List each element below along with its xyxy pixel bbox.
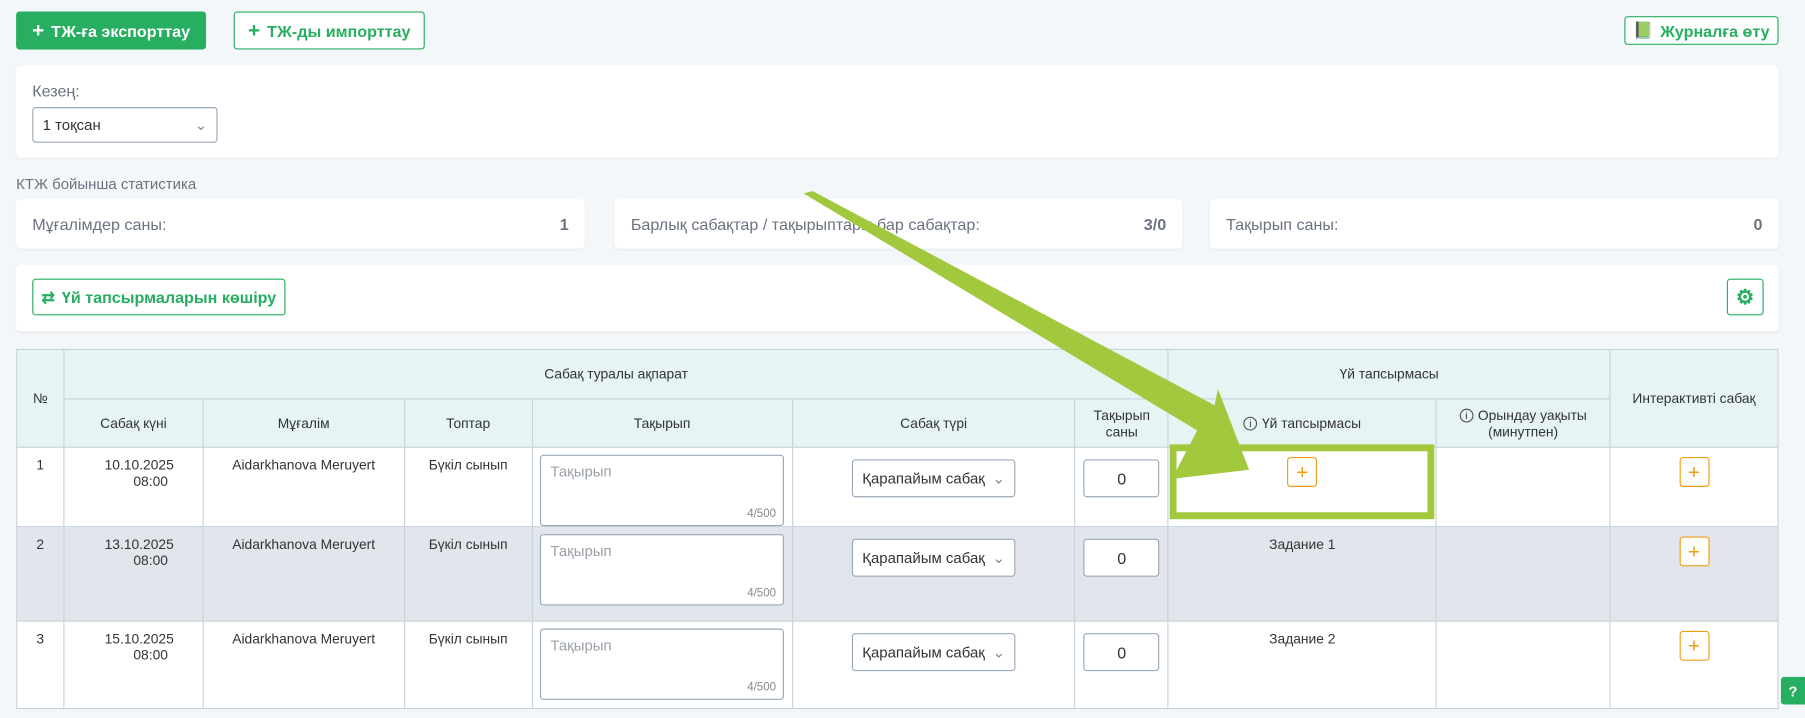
lesson-date: 13.10.2025 08:00: [63, 526, 204, 622]
topic-count-input[interactable]: 0: [1083, 538, 1160, 577]
stat-lessons: Барлық сабақтар / тақырыптары бар сабақт…: [614, 199, 1183, 249]
table-row: 3 15.10.2025 08:00 Aidarkhanova Meruyert …: [16, 620, 1779, 710]
header-teacher: Мұғалім: [202, 398, 405, 448]
journal-button[interactable]: 📗 Журналға өту: [1624, 16, 1779, 45]
header-groups: Топтар: [403, 398, 533, 448]
lesson-date: 15.10.2025 08:00: [63, 620, 204, 710]
plus-icon: +: [1296, 459, 1309, 483]
header-date: Сабақ күні: [63, 398, 204, 448]
topic-count-input[interactable]: 0: [1083, 459, 1160, 498]
topic-cell: Тақырып 4/500: [531, 526, 793, 622]
copy-homework-button[interactable]: ⇄ Үй тапсырмаларын көшіру: [32, 278, 286, 316]
stat-topics: Тақырып саны: 0: [1209, 199, 1779, 249]
header-hw-sub: i Үй тапсырмасы: [1167, 398, 1437, 448]
chevron-down-icon: ⌄: [992, 548, 1005, 566]
homework-cell: Задание 1: [1167, 526, 1437, 622]
help-button[interactable]: ?: [1780, 676, 1805, 705]
char-counter: 4/500: [747, 681, 777, 695]
lesson-type-select[interactable]: Қарапайым сабақ ⌄: [851, 633, 1016, 672]
settings-button[interactable]: ⚙: [1726, 278, 1764, 316]
period-select[interactable]: 1 тоқсан ⌄: [32, 107, 218, 143]
add-homework-button[interactable]: +: [1287, 457, 1318, 487]
plus-icon: +: [1687, 539, 1701, 563]
homework-cell: +: [1167, 446, 1437, 528]
stat-teachers: Мұғалімдер саны: 1: [16, 199, 585, 249]
chevron-down-icon: ⌄: [194, 115, 208, 133]
table-row: 2 13.10.2025 08:00 Aidarkhanova Meruyert …: [16, 526, 1779, 622]
plus-icon: +: [1687, 633, 1701, 657]
topic-input[interactable]: Тақырып 4/500: [540, 534, 785, 606]
lesson-type-select[interactable]: Қарапайым сабақ ⌄: [851, 459, 1016, 498]
header-lesson-info: Сабақ туралы ақпарат: [63, 348, 1169, 400]
export-button[interactable]: + ТЖ-ға экспорттау: [16, 11, 207, 50]
group-name: Бүкіл сынып: [403, 526, 533, 622]
lesson-date: 10.10.2025 08:00: [63, 446, 204, 528]
char-counter: 4/500: [747, 507, 777, 521]
chevron-down-icon: ⌄: [992, 469, 1005, 487]
import-button[interactable]: + ТЖ-ды импорттау: [233, 11, 425, 50]
topic-input[interactable]: Тақырып 4/500: [540, 628, 785, 700]
table-row: 1 10.10.2025 08:00 Aidarkhanova Meruyert …: [16, 446, 1779, 528]
teacher-name: Aidarkhanova Meruyert: [202, 526, 405, 622]
header-no: №: [16, 348, 65, 448]
info-icon: i: [1243, 417, 1258, 431]
add-interactive-button[interactable]: +: [1679, 457, 1709, 487]
type-cell: Қарапайым сабақ ⌄: [791, 620, 1076, 710]
type-cell: Қарапайым сабақ ⌄: [791, 526, 1076, 622]
period-label: Кезең:: [32, 81, 80, 101]
add-interactive-button[interactable]: +: [1679, 536, 1709, 567]
lesson-type-select[interactable]: Қарапайым сабақ ⌄: [851, 538, 1016, 577]
header-interactive: Интерактивті сабақ: [1609, 348, 1779, 448]
exec-time-cell: [1435, 526, 1611, 622]
header-topic: Тақырып: [531, 398, 793, 448]
question-icon: ?: [1788, 682, 1798, 700]
lessons-table: № Сабақ туралы ақпарат Үй тапсырмасы Инт…: [16, 348, 1779, 710]
count-cell: 0: [1074, 446, 1169, 528]
exec-time-cell: [1435, 446, 1611, 528]
interactive-cell: +: [1609, 446, 1779, 528]
swap-icon: ⇄: [41, 287, 55, 306]
group-name: Бүкіл сынып: [403, 446, 533, 528]
row-number: 2: [16, 526, 65, 622]
period-card: Кезең: 1 тоқсан ⌄: [16, 65, 1779, 158]
add-interactive-button[interactable]: +: [1679, 630, 1709, 661]
plus-icon: +: [248, 18, 261, 42]
topic-cell: Тақырып 4/500: [531, 446, 793, 528]
stats-title: КТЖ бойынша статистика: [16, 174, 197, 193]
header-count: Тақырып саны: [1074, 398, 1169, 448]
header-time: i Орындау уақыты (минутпен): [1435, 398, 1611, 448]
type-cell: Қарапайым сабақ ⌄: [791, 446, 1076, 528]
header-homework: Үй тапсырмасы: [1167, 348, 1611, 400]
plus-icon: +: [32, 18, 45, 42]
exec-time-cell: [1435, 620, 1611, 710]
count-cell: 0: [1074, 620, 1169, 710]
chevron-down-icon: ⌄: [992, 642, 1005, 661]
plus-icon: +: [1687, 459, 1701, 483]
homework-text[interactable]: Задание 2: [1169, 631, 1436, 647]
interactive-cell: +: [1609, 620, 1779, 710]
book-icon: 📗: [1633, 20, 1654, 40]
homework-text[interactable]: Задание 1: [1169, 536, 1436, 552]
info-icon: i: [1459, 409, 1474, 423]
teacher-name: Aidarkhanova Meruyert: [202, 620, 405, 710]
topic-cell: Тақырып 4/500: [531, 620, 793, 710]
header-type: Сабақ түрі: [791, 398, 1076, 448]
teacher-name: Aidarkhanova Meruyert: [202, 446, 405, 528]
interactive-cell: +: [1609, 526, 1779, 622]
group-name: Бүкіл сынып: [403, 620, 533, 710]
homework-cell: Задание 2: [1167, 620, 1437, 710]
topic-count-input[interactable]: 0: [1083, 633, 1160, 672]
gear-icon: ⚙: [1735, 284, 1755, 308]
row-number: 1: [16, 446, 65, 528]
topic-input[interactable]: Тақырып 4/500: [540, 454, 785, 527]
row-number: 3: [16, 620, 65, 710]
char-counter: 4/500: [747, 587, 777, 600]
count-cell: 0: [1074, 526, 1169, 622]
